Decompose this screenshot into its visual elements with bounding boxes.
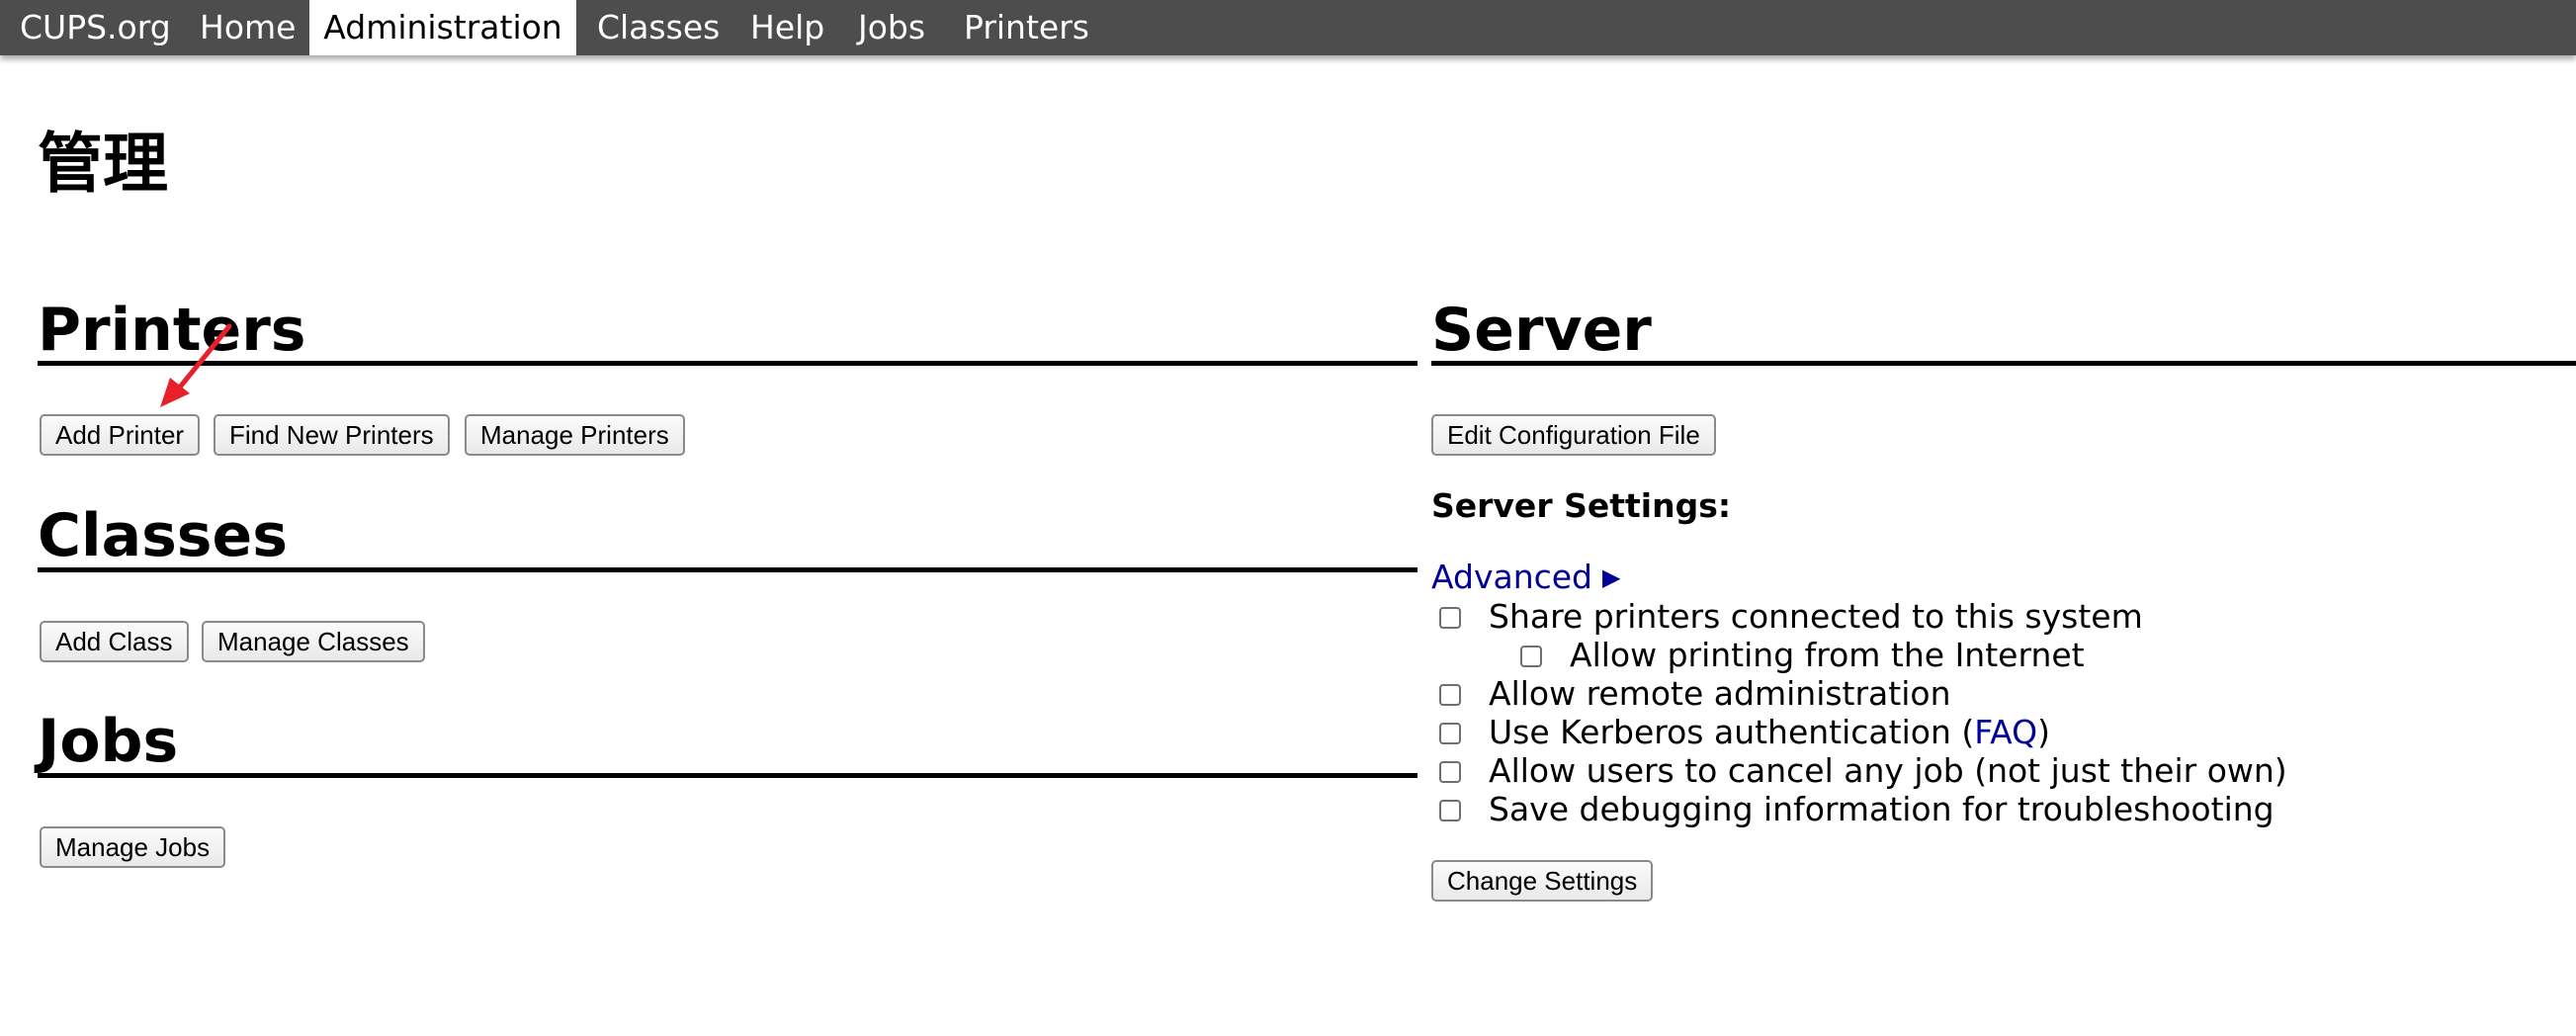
- jobs-divider: [38, 773, 1417, 778]
- kerberos-label-suffix: ): [2037, 713, 2051, 751]
- classes-heading: Classes: [38, 501, 288, 570]
- manage-classes-button[interactable]: Manage Classes: [202, 621, 425, 662]
- add-class-button[interactable]: Add Class: [40, 621, 189, 662]
- change-settings-button[interactable]: Change Settings: [1431, 860, 1654, 902]
- manage-jobs-button[interactable]: Manage Jobs: [40, 826, 226, 868]
- nav-classes[interactable]: Classes: [597, 0, 720, 55]
- manage-printers-button[interactable]: Manage Printers: [465, 414, 685, 456]
- add-printer-button[interactable]: Add Printer: [40, 414, 201, 456]
- server-heading: Server: [1431, 296, 1652, 365]
- kerberos-faq-link[interactable]: FAQ: [1974, 713, 2037, 751]
- allow-internet-checkbox[interactable]: [1520, 646, 1542, 667]
- advanced-toggle[interactable]: Advanced ▶: [1431, 558, 1620, 596]
- find-new-printers-button[interactable]: Find New Printers: [214, 414, 450, 456]
- top-nav-bar: CUPS.org Home Administration Classes Hel…: [0, 0, 2576, 55]
- printers-divider: [38, 361, 1417, 366]
- nav-home[interactable]: Home: [200, 0, 296, 55]
- red-arrow-icon: [160, 323, 232, 407]
- nav-jobs[interactable]: Jobs: [858, 0, 925, 55]
- remote-admin-label: Allow remote administration: [1489, 674, 1951, 713]
- server-settings-label: Server Settings:: [1431, 486, 1732, 525]
- nav-cups-org[interactable]: CUPS.org: [20, 0, 171, 55]
- kerberos-label-prefix: Use Kerberos authentication (: [1489, 713, 1975, 751]
- remote-admin-checkbox[interactable]: [1439, 684, 1461, 706]
- share-printers-label: Share printers connected to this system: [1489, 597, 2143, 636]
- kerberos-label: Use Kerberos authentication (FAQ): [1489, 713, 2050, 751]
- cancel-any-job-checkbox[interactable]: [1439, 761, 1461, 783]
- printers-heading: Printers: [38, 296, 306, 365]
- advanced-label: Advanced: [1431, 558, 1593, 596]
- server-divider: [1431, 361, 2576, 366]
- triangle-right-icon: ▶: [1602, 563, 1621, 591]
- page-title: 管理: [38, 126, 168, 202]
- nav-help[interactable]: Help: [750, 0, 824, 55]
- nav-printers[interactable]: Printers: [964, 0, 1089, 55]
- kerberos-checkbox[interactable]: [1439, 723, 1461, 744]
- debug-logging-label: Save debugging information for troublesh…: [1489, 790, 2275, 828]
- classes-divider: [38, 567, 1417, 572]
- debug-logging-checkbox[interactable]: [1439, 800, 1461, 821]
- allow-internet-label: Allow printing from the Internet: [1570, 636, 2085, 674]
- share-printers-checkbox[interactable]: [1439, 607, 1461, 629]
- jobs-heading: Jobs: [38, 707, 179, 776]
- cancel-any-job-label: Allow users to cancel any job (not just …: [1489, 751, 2287, 790]
- nav-administration[interactable]: Administration: [309, 0, 576, 55]
- edit-configuration-file-button[interactable]: Edit Configuration File: [1431, 414, 1716, 456]
- cups-admin-page: CUPS.org Home Administration Classes Hel…: [0, 0, 2576, 1036]
